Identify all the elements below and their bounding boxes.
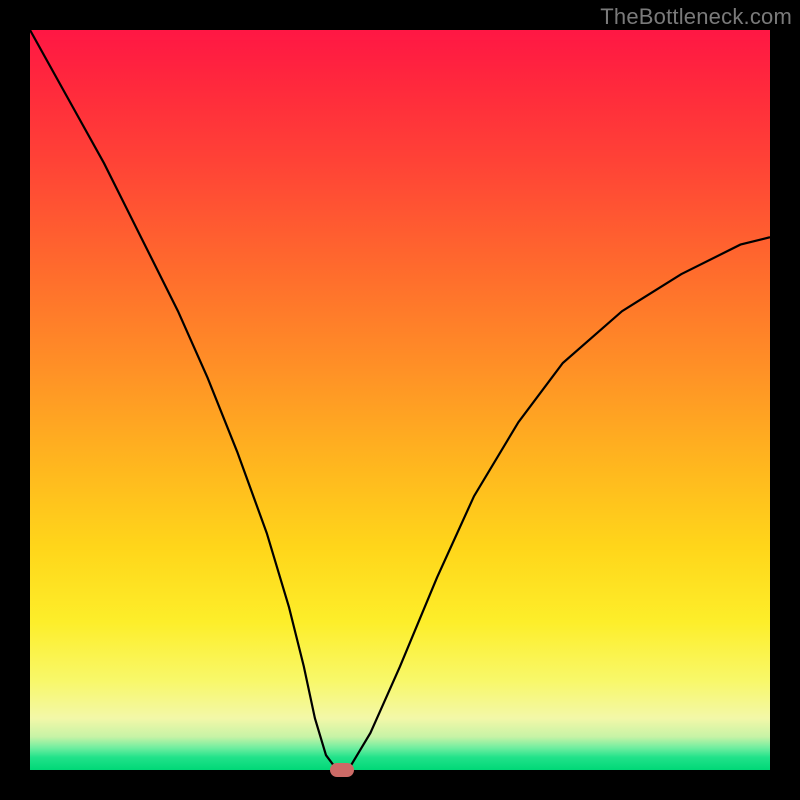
chart-frame: TheBottleneck.com <box>0 0 800 800</box>
curve-layer <box>30 30 770 770</box>
watermark-text: TheBottleneck.com <box>600 4 792 30</box>
optimum-marker <box>330 763 354 777</box>
plot-area <box>30 30 770 770</box>
bottleneck-curve <box>30 30 770 770</box>
